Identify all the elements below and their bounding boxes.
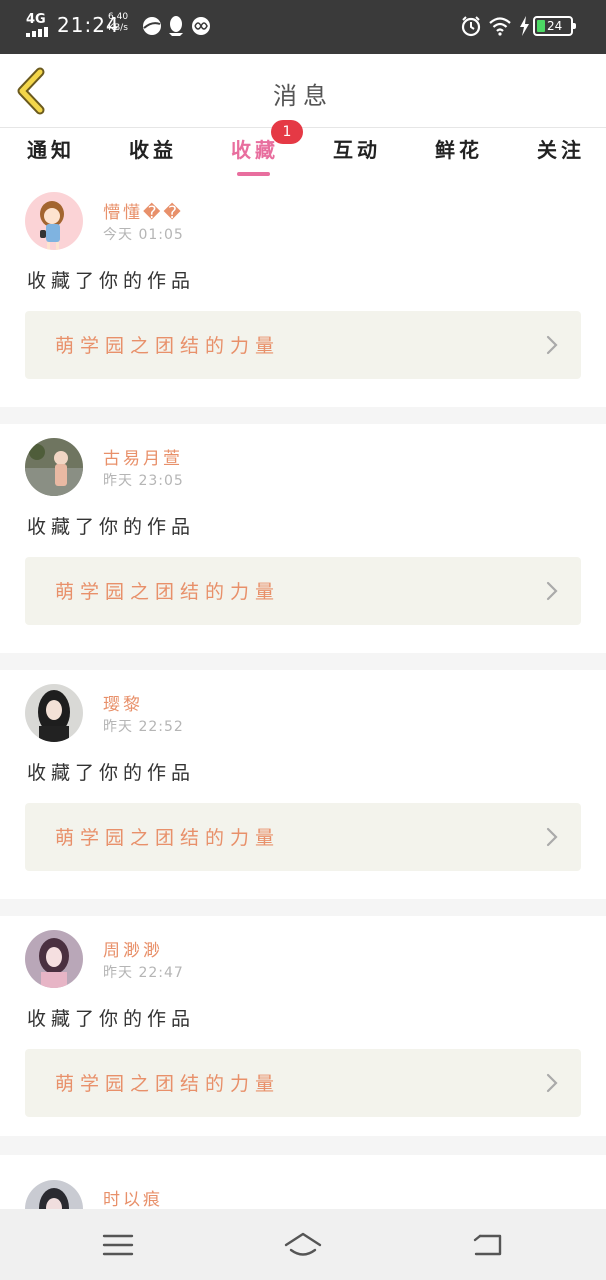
- tab-favorites[interactable]: 收藏: [231, 134, 279, 163]
- active-tab-indicator: [237, 172, 270, 176]
- work-link[interactable]: 萌学园之团结的力量: [25, 803, 581, 871]
- work-title: 萌学园之团结的力量: [55, 1073, 281, 1095]
- network-speed: 6.40 KB/s: [108, 12, 129, 33]
- list-item: 璎黎 昨天 22:52 收藏了你的作品 萌学园之团结的力量: [0, 670, 606, 899]
- username[interactable]: 懵懂��: [103, 198, 184, 223]
- network-type: 4G: [26, 12, 46, 27]
- chevron-right-icon: [546, 335, 558, 355]
- battery-icon: 24: [533, 16, 576, 36]
- work-link[interactable]: 萌学园之团结的力量: [25, 557, 581, 625]
- divider: [0, 407, 606, 424]
- action-text: 收藏了你的作品: [27, 762, 196, 784]
- menu-icon[interactable]: [98, 1227, 138, 1263]
- username[interactable]: 周渺渺: [103, 936, 163, 961]
- tab-notifications[interactable]: 通知: [27, 134, 75, 163]
- chevron-right-icon: [546, 1073, 558, 1093]
- system-nav-bar: [0, 1209, 606, 1280]
- username[interactable]: 璎黎: [103, 690, 143, 715]
- action-text: 收藏了你的作品: [27, 270, 196, 292]
- tab-bar: 通知 收益 收藏 1 互动 鲜花 关注: [0, 120, 606, 178]
- chevron-right-icon: [546, 581, 558, 601]
- work-link[interactable]: 萌学园之团结的力量: [25, 311, 581, 379]
- username[interactable]: 时以痕: [103, 1185, 163, 1210]
- browser-icon: [143, 17, 161, 35]
- tab-following[interactable]: 关注: [537, 134, 585, 163]
- timestamp: 昨天 22:47: [103, 965, 184, 981]
- timestamp: 昨天 22:52: [103, 719, 184, 735]
- divider: [0, 899, 606, 916]
- infinity-icon: [192, 17, 210, 35]
- work-title: 萌学园之团结的力量: [55, 335, 281, 357]
- notification-list: 懵懂�� 今天 01:05 收藏了你的作品 萌学园之团结的力量 古易月萱 昨天 …: [0, 178, 606, 1145]
- tab-earnings[interactable]: 收益: [129, 134, 177, 163]
- divider: [0, 1136, 606, 1155]
- work-link[interactable]: 萌学园之团结的力量: [25, 1049, 581, 1117]
- avatar[interactable]: [25, 930, 83, 988]
- avatar[interactable]: [25, 192, 83, 250]
- tab-flowers[interactable]: 鲜花: [435, 134, 483, 163]
- qq-icon: [169, 16, 183, 36]
- avatar[interactable]: [25, 438, 83, 496]
- work-title: 萌学园之团结的力量: [55, 827, 281, 849]
- work-title: 萌学园之团结的力量: [55, 581, 281, 603]
- chevron-right-icon: [546, 827, 558, 847]
- signal-icon: [26, 27, 50, 37]
- action-text: 收藏了你的作品: [27, 516, 196, 538]
- action-text: 收藏了你的作品: [27, 1008, 196, 1030]
- timestamp: 今天 01:05: [103, 227, 184, 243]
- charging-icon: [520, 16, 529, 36]
- alarm-icon: [461, 16, 481, 37]
- unread-badge: 1: [271, 120, 303, 144]
- header: 消息: [0, 54, 606, 128]
- username[interactable]: 古易月萱: [103, 444, 183, 469]
- page-title: 消息: [273, 82, 333, 110]
- status-bar: 4G 21:24 6.40 KB/s 24: [0, 0, 606, 54]
- list-item: 古易月萱 昨天 23:05 收藏了你的作品 萌学园之团结的力量: [0, 424, 606, 653]
- tab-interactions[interactable]: 互动: [333, 134, 381, 163]
- list-item: 时以痕: [0, 1155, 606, 1238]
- timestamp: 昨天 23:05: [103, 473, 184, 489]
- home-icon[interactable]: [283, 1227, 323, 1263]
- wifi-icon: [489, 17, 511, 36]
- back-icon[interactable]: [468, 1227, 508, 1263]
- avatar[interactable]: [25, 684, 83, 742]
- list-item: 懵懂�� 今天 01:05 收藏了你的作品 萌学园之团结的力量: [0, 178, 606, 407]
- list-item: 周渺渺 昨天 22:47 收藏了你的作品 萌学园之团结的力量: [0, 916, 606, 1145]
- divider: [0, 653, 606, 670]
